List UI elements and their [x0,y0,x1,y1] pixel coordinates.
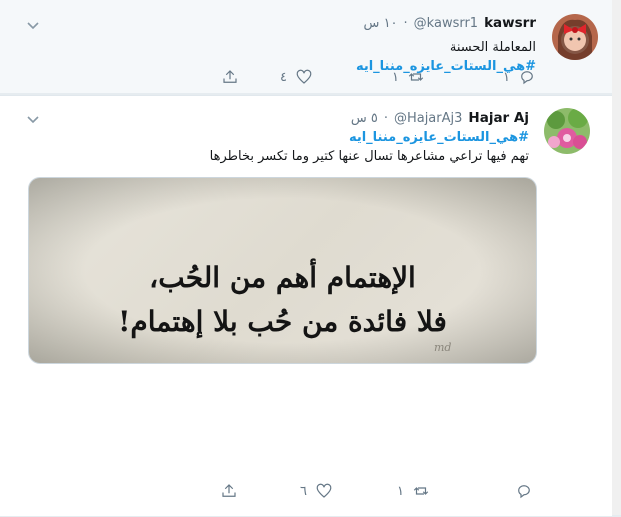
reply-icon [521,71,533,85]
avatar[interactable] [552,14,598,60]
timeline: kawsrr @kawsrr1 · ١٠ س المعاملة الحسنة #… [0,0,612,517]
hashtag-link[interactable]: #هي_الستات_عايزه_مننا_ايه [349,130,529,145]
image-quote-line1: الإهتمام أهم من الحُب، [149,261,416,294]
tweet-text: #هي_الستات_عايزه_مننا_ايه تهم فيها تراعي… [210,128,529,166]
separator-dot: · [383,110,388,126]
retweet-button[interactable]: ١ [392,67,425,87]
scrollbar[interactable] [612,0,621,515]
user-handle[interactable]: @HajarAj3 [394,111,462,126]
tweet-card[interactable]: kawsrr @kawsrr1 · ١٠ س المعاملة الحسنة #… [0,0,612,94]
image-signature: md [434,341,452,354]
retweet-icon [408,73,424,81]
retweet-count: ١ [397,483,404,499]
like-button[interactable]: ٤ [280,67,313,87]
share-button[interactable] [220,481,238,501]
reply-icon [518,485,530,499]
user-name[interactable]: Hajar Aj [468,110,529,126]
share-icon [223,70,237,83]
tweet-time[interactable]: ٥ س [351,111,378,126]
image-quote-line2: فلا فائدة من حُب بلا إهتمام! [118,305,447,338]
tweet-image[interactable]: الإهتمام أهم من الحُب، فلا فائدة من حُب … [28,177,537,364]
tweet-body: تهم فيها تراعي مشاعرها تسال عنها كتير وم… [209,149,529,164]
like-icon [296,69,312,84]
tweet-header: kawsrr @kawsrr1 · ١٠ س [364,13,536,33]
reply-button[interactable] [507,481,533,501]
image-quote: الإهتمام أهم من الحُب، فلا فائدة من حُب … [29,256,536,344]
user-handle[interactable]: @kawsrr1 [414,16,478,31]
chevron-down-icon[interactable] [26,112,40,126]
retweet-button[interactable]: ١ [397,481,430,501]
separator-dot: · [403,15,408,31]
like-button[interactable]: ٦ [300,481,333,501]
retweet-count: ١ [392,69,399,85]
like-count: ٤ [280,69,287,85]
share-button[interactable] [221,67,239,87]
chevron-down-icon[interactable] [26,18,40,32]
user-name[interactable]: kawsrr [484,15,536,31]
tweet-time[interactable]: ١٠ س [364,16,398,31]
reply-button[interactable]: ١ [503,67,536,87]
avatar[interactable] [544,108,590,154]
tweet-body: المعاملة الحسنة [449,40,536,55]
retweet-icon [413,487,429,495]
like-count: ٦ [300,483,307,499]
like-icon [316,483,332,498]
tweet-header: Hajar Aj @HajarAj3 · ٥ س [351,108,529,128]
share-icon [222,484,236,497]
reply-count: ١ [503,69,510,85]
